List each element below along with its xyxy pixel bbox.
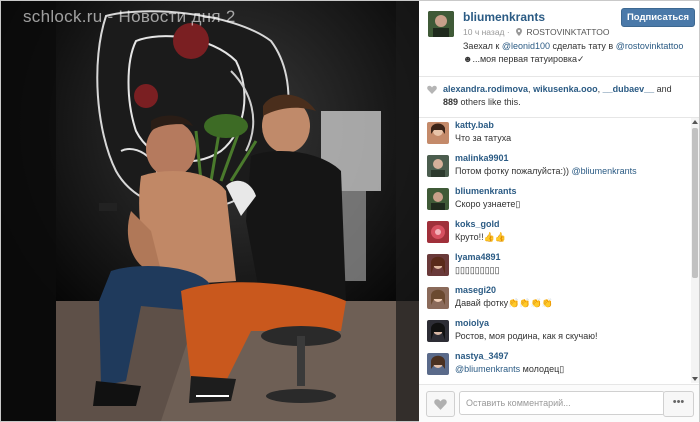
comments-scrollbar[interactable]: [691, 118, 699, 383]
comment-mention[interactable]: @bliumenkrants: [571, 166, 636, 176]
comment-input[interactable]: [459, 391, 665, 415]
comment-text: Что за татуха: [455, 133, 512, 143]
comment-item: moiolya Ростов, моя родина, как я скучаю…: [419, 316, 691, 348]
likes-count[interactable]: 889: [443, 97, 458, 107]
commenter-avatar[interactable]: [427, 287, 449, 309]
post-caption: Заехал к @leonid100 сделать тату в @rost…: [463, 40, 693, 66]
comment-username[interactable]: nastya_3497: [455, 351, 509, 361]
like-button[interactable]: [426, 391, 455, 417]
comment-footer: •••: [419, 384, 699, 422]
comment-username[interactable]: masegi20: [455, 285, 496, 295]
comment-item: katty.bab Что за татуха: [419, 118, 691, 150]
comment-text: @bliumenkrants молодец▯: [455, 364, 564, 375]
post-location[interactable]: ROSTOVINKTATTOO: [527, 27, 610, 37]
comment-username[interactable]: lyama4891: [455, 252, 501, 262]
comment-username[interactable]: bliumenkrants: [455, 186, 517, 196]
comment-username[interactable]: koks_gold: [455, 219, 500, 229]
comment-text: Скоро узнаете▯: [455, 199, 521, 209]
author-avatar[interactable]: [428, 11, 454, 37]
comment-text-body: молодец▯: [520, 364, 565, 374]
commenter-avatar[interactable]: [427, 122, 449, 144]
post-meta: 10 ч назад · ROSTOVINKTATTOO: [463, 27, 609, 37]
comment-text: Потом фотку пожалуйста:)) @bliumenkrants: [455, 166, 637, 176]
meta-separator: ·: [506, 27, 510, 37]
caption-mention-leonid[interactable]: @leonid100: [502, 41, 550, 51]
commenter-avatar[interactable]: [427, 254, 449, 276]
comment-text-body: Потом фотку пожалуйста:)): [455, 166, 569, 176]
post-header: bliumenkrants Подписаться 10 ч назад · R…: [419, 1, 699, 77]
caption-text: Заехал к: [463, 41, 502, 51]
liker-username[interactable]: __dubaev__: [603, 84, 655, 94]
comment-text: ▯▯▯▯▯▯▯▯▯: [455, 265, 500, 275]
heart-icon: [434, 399, 447, 410]
comment-text: Давай фотку👏👏👏👏: [455, 298, 554, 308]
heart-icon: [427, 85, 437, 94]
site-watermark: schlock.ru - Новости дня 2: [23, 7, 236, 26]
likes-and: and: [656, 84, 672, 94]
commenter-avatar[interactable]: [427, 188, 449, 210]
comment-item: bliumenkrants Скоро узнаете▯: [419, 184, 691, 216]
scroll-up-arrow-icon[interactable]: [692, 120, 698, 124]
comment-item: lyama4891 ▯▯▯▯▯▯▯▯▯: [419, 250, 691, 282]
commenter-avatar[interactable]: [427, 353, 449, 375]
post-viewer: schlock.ru - Новости дня 2 bliumenkrants…: [0, 0, 700, 422]
location-pin-icon: [516, 28, 523, 36]
comment-text: Круто!!👍👍: [455, 232, 507, 242]
comment-item: koks_gold Круто!!👍👍: [419, 217, 691, 249]
post-time[interactable]: 10 ч назад: [463, 27, 505, 37]
comment-text: Ростов, моя родина, как я скучаю!: [455, 331, 598, 341]
liker-username[interactable]: wikusenka.ooo: [533, 84, 598, 94]
comment-mention[interactable]: @bliumenkrants: [455, 364, 520, 374]
tattoo-session-photo: [1, 1, 419, 421]
caption-text: сделать тату в: [550, 41, 616, 51]
likes-summary: alexandra.rodimova, wikusenka.ooo, __dub…: [443, 84, 672, 107]
caption-mention-studio[interactable]: @rostovinktattoo: [616, 41, 684, 51]
comment-item: malinka9901 Потом фотку пожалуйста:)) @b…: [419, 151, 691, 183]
caption-text: ☻...моя первая татуировка✓: [463, 54, 585, 64]
post-photo[interactable]: schlock.ru - Новости дня 2: [1, 1, 419, 421]
commenter-avatar[interactable]: [427, 221, 449, 243]
commenter-avatar[interactable]: [427, 155, 449, 177]
scroll-thumb[interactable]: [692, 128, 698, 278]
comment-item: masegi20 Давай фотку👏👏👏👏: [419, 283, 691, 315]
comments-list[interactable]: katty.bab Что за татуха malinka9901 Пото…: [419, 118, 691, 383]
comment-username[interactable]: malinka9901: [455, 153, 509, 163]
scroll-down-arrow-icon[interactable]: [692, 377, 698, 381]
more-options-button[interactable]: •••: [663, 391, 694, 417]
follow-button[interactable]: Подписаться: [621, 8, 695, 27]
comment-item: nastya_3497 @bliumenkrants молодец▯: [419, 349, 691, 381]
comment-username[interactable]: moiolya: [455, 318, 489, 328]
likes-suffix: others like this.: [460, 97, 521, 107]
post-sidebar: bliumenkrants Подписаться 10 ч назад · R…: [419, 1, 699, 422]
author-username[interactable]: bliumenkrants: [463, 10, 545, 24]
commenter-avatar[interactable]: [427, 320, 449, 342]
comment-username[interactable]: katty.bab: [455, 120, 494, 130]
liker-username[interactable]: alexandra.rodimova: [443, 84, 528, 94]
likes-section: alexandra.rodimova, wikusenka.ooo, __dub…: [419, 77, 699, 118]
